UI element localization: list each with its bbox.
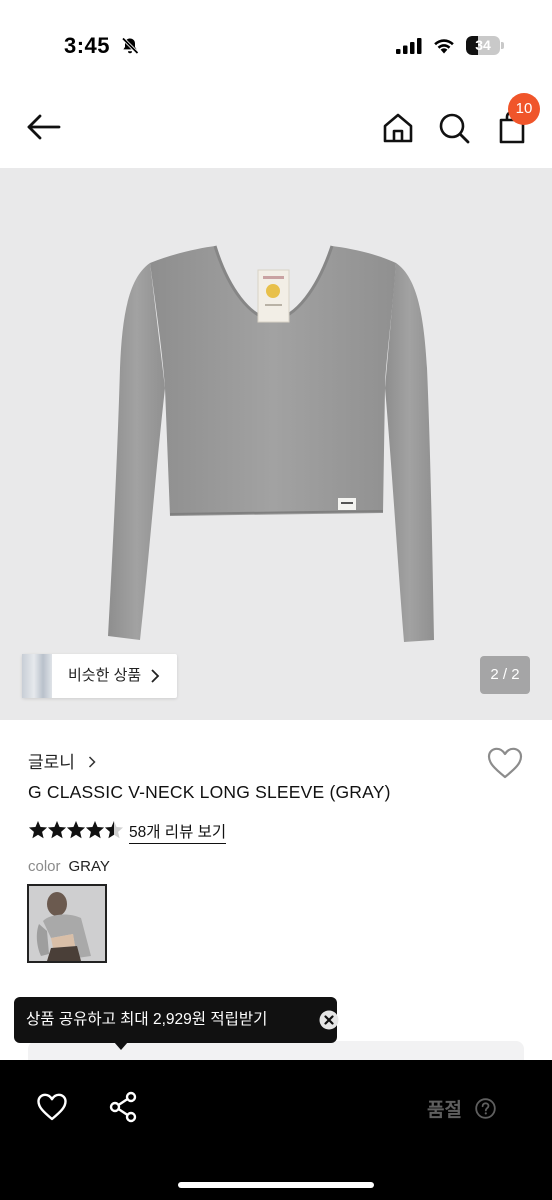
- brand-name: 글로니: [28, 753, 75, 772]
- heart-icon[interactable]: [36, 1092, 68, 1122]
- close-icon[interactable]: [319, 1010, 339, 1030]
- soldout-label: 품절: [427, 1100, 462, 1121]
- search-icon[interactable]: [434, 108, 474, 148]
- product-name: G CLASSIC V-NECK LONG SLEEVE (GRAY): [28, 782, 391, 802]
- battery-icon: 34: [466, 36, 504, 56]
- similar-products-label: 비슷한 상품: [68, 667, 142, 684]
- status-bar: 3:45 34: [0, 0, 552, 90]
- color-row: color GRAY: [28, 858, 110, 875]
- home-indicator: [178, 1182, 374, 1188]
- tooltip-text: 상품 공유하고 최대 2,929원 적립받기: [26, 1011, 268, 1028]
- wifi-icon: [434, 39, 454, 54]
- bell-muted-icon: [121, 37, 139, 55]
- battery-cap: [501, 42, 504, 49]
- model-photo-thumbnail: [29, 886, 105, 961]
- star-filled-icon: [28, 821, 48, 839]
- chevron-right-icon: [88, 756, 96, 768]
- top-nav: 10: [0, 90, 552, 168]
- battery-level-text: 34: [475, 37, 491, 53]
- star-filled-icon: [66, 821, 86, 839]
- battery-body: 34: [466, 36, 500, 55]
- color-label: color: [28, 858, 61, 875]
- color-option-swatch[interactable]: [27, 884, 107, 963]
- cart-count-badge: 10: [508, 93, 540, 125]
- status-time: 3:45: [64, 33, 111, 58]
- similar-product-thumbnail: [22, 654, 52, 698]
- chevron-right-icon: [151, 669, 160, 683]
- brand-link[interactable]: 글로니: [28, 748, 96, 772]
- product-image-gallery[interactable]: 비슷한 상품 2 / 2: [0, 168, 552, 720]
- gray-vneck-longsleeve-image: [108, 245, 434, 642]
- heart-icon[interactable]: [486, 746, 524, 780]
- similar-products-button[interactable]: 비슷한 상품: [22, 654, 177, 698]
- signal-icon: [396, 38, 422, 54]
- star-rating: [28, 821, 124, 839]
- home-icon[interactable]: [378, 108, 418, 148]
- help-icon[interactable]: [475, 1098, 496, 1119]
- star-filled-icon: [47, 821, 67, 839]
- color-value: GRAY: [68, 858, 110, 875]
- share-icon[interactable]: [108, 1091, 138, 1123]
- tooltip-tail: [114, 1042, 128, 1050]
- review-link[interactable]: 58개 리뷰 보기: [129, 820, 227, 844]
- back-arrow-icon[interactable]: [24, 108, 64, 148]
- star-filled-icon: [85, 821, 105, 839]
- share-reward-tooltip: 상품 공유하고 최대 2,929원 적립받기: [14, 997, 339, 1043]
- image-page-indicator: 2 / 2: [480, 656, 530, 694]
- bottom-action-bar: 품절: [0, 1060, 552, 1200]
